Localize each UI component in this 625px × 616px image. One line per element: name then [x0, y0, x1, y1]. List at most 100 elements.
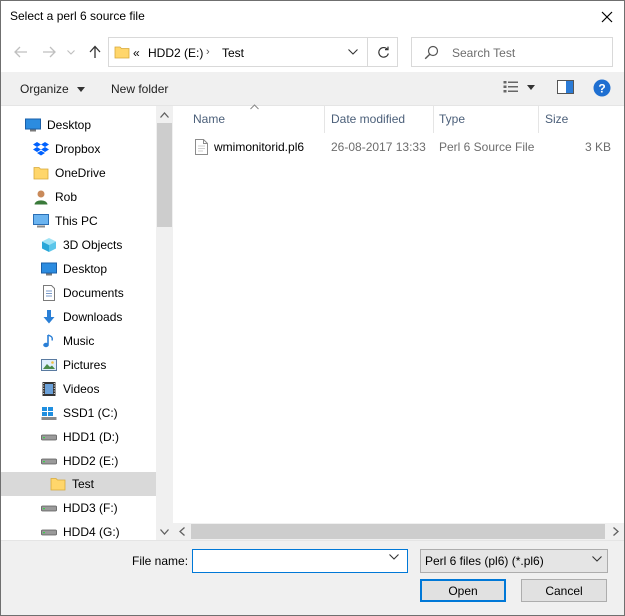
column-header-name[interactable]: Name [193, 112, 225, 126]
svg-text:?: ? [598, 82, 605, 96]
sidebar-item-label: Downloads [63, 310, 123, 324]
chevron-down-icon[interactable] [389, 554, 399, 560]
scroll-down-button[interactable] [156, 523, 173, 540]
computer-icon [33, 213, 49, 229]
file-type-filter[interactable]: Perl 6 files (pl6) (*.pl6) [420, 549, 608, 573]
preview-pane-button[interactable] [557, 80, 574, 94]
sort-ascending-icon [250, 104, 259, 110]
sidebar-item-label: Desktop [63, 262, 108, 276]
sidebar-item-label: Dropbox [55, 142, 101, 156]
view-options-dropdown[interactable] [527, 85, 535, 90]
sidebar-item-dropbox[interactable]: Dropbox [1, 137, 156, 161]
arrow-left-icon [14, 46, 27, 58]
sidebar-item-label: Rob [55, 190, 78, 204]
organize-button[interactable]: Organize [20, 82, 86, 96]
breadcrumb-test[interactable]: Test [222, 46, 244, 60]
search-box[interactable]: Search Test [411, 37, 613, 67]
file-row[interactable]: wmimonitorid.pl6 26-08-2017 13:33 Perl 6… [185, 136, 625, 158]
new-folder-button[interactable]: New folder [111, 82, 168, 96]
search-icon [424, 45, 439, 60]
videos-icon [41, 381, 57, 397]
navigation-pane[interactable]: Desktop Dropbox OneDrive Rob This PC 3D Objec… [1, 106, 156, 540]
chevron-down-icon [592, 556, 602, 562]
open-button[interactable]: Open [420, 579, 506, 602]
sidebar-item-desktop[interactable]: Desktop [1, 113, 156, 137]
chevron-left-icon [178, 527, 185, 536]
music-icon [41, 333, 57, 349]
preview-pane-icon [557, 80, 574, 94]
up-button[interactable] [85, 42, 105, 62]
address-bar[interactable]: « HDD2 (E:) › Test [108, 37, 398, 67]
title-bar: Select a perl 6 source file [1, 1, 624, 32]
scroll-up-button[interactable] [156, 106, 173, 123]
sidebar-item-desktop[interactable]: Desktop [1, 257, 156, 281]
forward-button[interactable] [39, 42, 59, 62]
sidebar-item-rob[interactable]: Rob [1, 185, 156, 209]
back-button[interactable] [11, 42, 31, 62]
sidebar-item-hdd4-g[interactable]: HDD4 (G:) [1, 520, 156, 540]
drive-icon [41, 453, 57, 469]
sidebar-item-videos[interactable]: Videos [1, 377, 156, 401]
change-view-button[interactable] [503, 80, 519, 94]
chevron-down-icon [160, 528, 169, 535]
chevron-up-icon [160, 111, 169, 118]
file-open-dialog: Select a perl 6 source file « HDD2 (E:) … [0, 0, 625, 616]
sidebar-item-ssd1-c[interactable]: SSD1 (C:) [1, 401, 156, 425]
folder-icon [114, 46, 130, 59]
column-divider[interactable] [538, 106, 539, 133]
sidebar-item-label: Videos [63, 382, 100, 396]
sidebar-item-pictures[interactable]: Pictures [1, 353, 156, 377]
sidebar-item-label: SSD1 (C:) [63, 406, 118, 420]
chevron-down-icon [77, 87, 86, 93]
breadcrumb-hdd2[interactable]: HDD2 (E:) [148, 46, 203, 60]
file-name-input[interactable] [192, 549, 408, 573]
sidebar-item-hdd3-f[interactable]: HDD3 (F:) [1, 496, 156, 520]
scroll-thumb[interactable] [157, 123, 172, 227]
sidebar-item-test[interactable]: Test [1, 472, 156, 496]
command-toolbar: Organize New folder ? [1, 72, 624, 105]
help-button[interactable]: ? [593, 79, 611, 97]
drive-icon [41, 429, 57, 445]
close-icon [601, 11, 613, 22]
close-button[interactable] [590, 1, 624, 32]
sidebar-item-label: Pictures [63, 358, 107, 372]
sidebar-item-onedrive[interactable]: OneDrive [1, 161, 156, 185]
dialog-footer: File name: Perl 6 files (pl6) (*.pl6) Op… [1, 541, 624, 615]
breadcrumb-overflow[interactable]: « [133, 46, 140, 60]
sidebar-item-hdd1-d[interactable]: HDD1 (D:) [1, 425, 156, 449]
cube-icon [41, 237, 57, 253]
file-date: 26-08-2017 13:33 [331, 140, 426, 154]
sidebar-item-this-pc[interactable]: This PC [1, 209, 156, 233]
column-divider[interactable] [324, 106, 325, 133]
scroll-left-button[interactable] [173, 523, 190, 540]
sidebar-item-documents[interactable]: Documents [1, 281, 156, 305]
file-list-horizontal-scrollbar[interactable] [173, 523, 624, 540]
sidebar-item-label: This PC [55, 214, 98, 228]
help-icon: ? [593, 79, 611, 97]
column-divider[interactable] [433, 106, 434, 133]
scroll-thumb[interactable] [191, 524, 605, 539]
sidebar-item-downloads[interactable]: Downloads [1, 305, 156, 329]
file-icon [195, 139, 208, 155]
cancel-button[interactable]: Cancel [521, 579, 607, 602]
column-header-type[interactable]: Type [439, 112, 465, 126]
address-dropdown-button[interactable] [341, 38, 365, 66]
file-type-filter-value: Perl 6 files (pl6) (*.pl6) [425, 554, 544, 568]
column-header-size[interactable]: Size [545, 112, 568, 126]
scroll-right-button[interactable] [607, 523, 624, 540]
chevron-down-icon [67, 49, 75, 55]
arrow-up-icon [89, 45, 101, 58]
recent-locations-button[interactable] [64, 42, 78, 62]
column-header-date[interactable]: Date modified [331, 112, 405, 126]
navigation-pane-scrollbar[interactable] [156, 106, 173, 540]
sidebar-item-3d-objects[interactable]: 3D Objects [1, 233, 156, 257]
breadcrumb-separator[interactable]: › [206, 46, 210, 58]
navigation-bar: « HDD2 (E:) › Test Search Test [1, 32, 624, 72]
search-placeholder[interactable]: Search Test [452, 46, 515, 60]
windows-drive-icon [41, 405, 57, 421]
sidebar-item-music[interactable]: Music [1, 329, 156, 353]
refresh-button[interactable] [367, 38, 398, 66]
sidebar-item-hdd2-e[interactable]: HDD2 (E:) [1, 449, 156, 473]
sidebar-item-label: Music [63, 334, 95, 348]
file-list[interactable]: Name Date modified Type Size wmimonitori… [173, 104, 625, 540]
